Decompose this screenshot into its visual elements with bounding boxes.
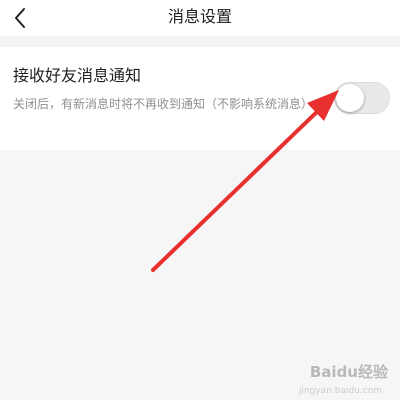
toggle-knob xyxy=(336,84,364,112)
back-button[interactable] xyxy=(8,4,32,32)
page-title: 消息设置 xyxy=(167,7,232,26)
watermark-logo: Baidu经验 xyxy=(309,363,388,381)
setting-card: 接收好友消息通知 关闭后，有新消息时将不再收到通知（不影响系统消息） xyxy=(0,47,400,150)
setting-title: 接收好友消息通知 xyxy=(13,66,142,85)
watermark-url: jingyan.baidu.com xyxy=(298,386,382,396)
notification-toggle[interactable] xyxy=(334,82,390,114)
setting-description: 关闭后，有新消息时将不再收到通知（不影响系统消息） xyxy=(13,97,314,111)
header-bar: 消息设置 xyxy=(0,0,400,36)
chevron-left-icon xyxy=(15,8,25,28)
section-gap xyxy=(0,36,400,47)
